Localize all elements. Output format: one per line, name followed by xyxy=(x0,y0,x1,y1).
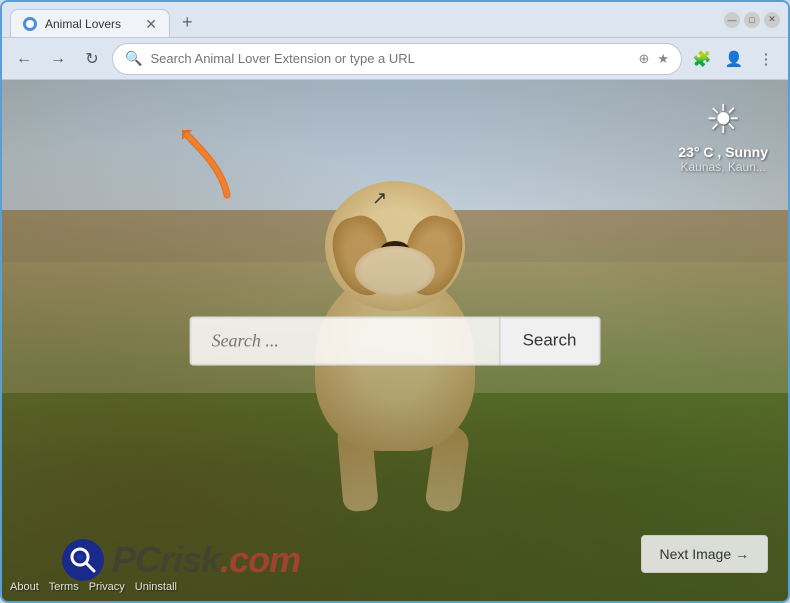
forward-button[interactable]: → xyxy=(44,45,72,73)
address-bar[interactable]: 🔍 Search Animal Lover Extension or type … xyxy=(112,43,682,75)
extensions-button[interactable]: 🧩 xyxy=(688,45,716,73)
search-button[interactable]: Search xyxy=(500,316,601,365)
pcrisk-watermark: PCrisk.com xyxy=(62,539,300,581)
close-button[interactable]: ✕ xyxy=(764,12,780,28)
pcrisk-pc: PC xyxy=(112,539,160,580)
profile-button[interactable]: 👤 xyxy=(720,45,748,73)
toolbar-icons: 🧩 👤 ⋮ xyxy=(688,45,780,73)
window-controls: — □ ✕ xyxy=(724,12,780,28)
address-input[interactable]: Search Animal Lover Extension or type a … xyxy=(150,51,630,66)
location-icon: ⊕ xyxy=(638,51,649,67)
search-indicator-icon: 🔍 xyxy=(125,50,142,67)
tab-favicon xyxy=(23,17,37,31)
next-image-button[interactable]: Next Image → xyxy=(641,535,768,573)
pcrisk-risk: risk xyxy=(160,539,220,580)
menu-button[interactable]: ⋮ xyxy=(752,45,780,73)
title-bar: Animal Lovers ✕ + — □ ✕ xyxy=(2,2,788,38)
footer-uninstall[interactable]: Uninstall xyxy=(135,581,177,593)
minimize-button[interactable]: — xyxy=(724,12,740,28)
footer-about[interactable]: About xyxy=(10,581,39,593)
tab-title: Animal Lovers xyxy=(45,17,121,31)
back-button[interactable]: ← xyxy=(10,45,38,73)
page-content: ↗ ☀ 23° C , Sunny Kaunas, Kaun... Search… xyxy=(2,80,788,601)
tab-close-button[interactable]: ✕ xyxy=(145,17,157,31)
footer-terms[interactable]: Terms xyxy=(49,581,79,593)
sun-icon: ☀ xyxy=(678,100,768,140)
weather-widget: ☀ 23° C , Sunny Kaunas, Kaun... xyxy=(678,100,768,174)
toolbar: ← → ↻ 🔍 Search Animal Lover Extension or… xyxy=(2,38,788,80)
weather-temperature: 23° C , Sunny xyxy=(678,144,768,160)
search-input[interactable] xyxy=(190,316,500,365)
pcrisk-logo-icon xyxy=(62,539,104,581)
footer-links: About Terms Privacy Uninstall xyxy=(10,581,177,593)
new-tab-button[interactable]: + xyxy=(174,8,201,37)
search-widget: Search xyxy=(190,316,601,365)
tab-area: Animal Lovers ✕ + xyxy=(10,2,716,37)
maximize-button[interactable]: □ xyxy=(744,12,760,28)
active-tab[interactable]: Animal Lovers ✕ xyxy=(10,9,170,37)
weather-location: Kaunas, Kaun... xyxy=(678,160,768,174)
footer-privacy[interactable]: Privacy xyxy=(89,581,125,593)
pcrisk-com: .com xyxy=(220,539,300,580)
browser-window: Animal Lovers ✕ + — □ ✕ ← → ↻ 🔍 Search A… xyxy=(0,0,790,603)
pcrisk-text: PCrisk.com xyxy=(112,539,300,581)
bookmark-icon: ★ xyxy=(657,51,669,67)
reload-button[interactable]: ↻ xyxy=(78,45,106,73)
